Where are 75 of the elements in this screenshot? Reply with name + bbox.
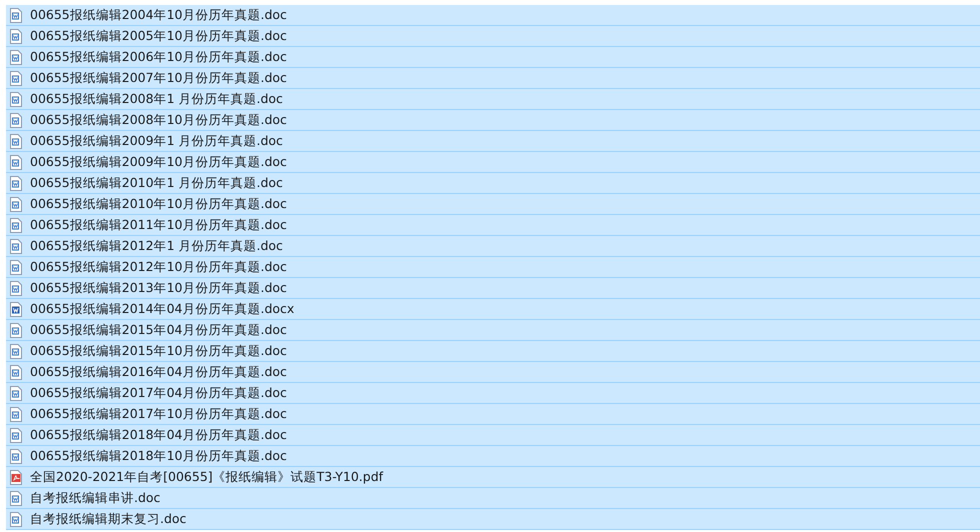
file-row[interactable]: 自考报纸编辑期末复习.doc [6, 509, 980, 530]
document-icon [10, 322, 22, 338]
document-icon [10, 154, 22, 170]
file-row[interactable]: 全国2020-2021年自考[00655]《报纸编辑》试题T3-Y10.pdf [6, 467, 980, 488]
file-row[interactable]: 00655报纸编辑2015年04月份历年真题.doc [6, 320, 980, 341]
document-icon [10, 134, 22, 148]
document-icon [10, 512, 22, 526]
file-name: 00655报纸编辑2006年10月份历年真题.doc [30, 48, 287, 66]
document-icon [10, 196, 22, 212]
file-row[interactable]: 00655报纸编辑2017年10月份历年真题.doc [6, 404, 980, 425]
file-row[interactable]: 00655报纸编辑2004年10月份历年真题.doc [6, 5, 980, 26]
document-icon [10, 406, 22, 422]
file-row[interactable]: 00655报纸编辑2012年1 月份历年真题.doc [6, 236, 980, 257]
file-name: 00655报纸编辑2017年04月份历年真题.doc [30, 384, 287, 402]
file-name: 自考报纸编辑期末复习.doc [30, 510, 186, 528]
file-row[interactable]: 00655报纸编辑2016年04月份历年真题.doc [6, 362, 980, 383]
file-row[interactable]: 00655报纸编辑2007年10月份历年真题.doc [6, 68, 980, 89]
file-name: 00655报纸编辑2008年1 月份历年真题.doc [30, 90, 283, 108]
file-row[interactable]: 00655报纸编辑2015年10月份历年真题.doc [6, 341, 980, 362]
document-icon [10, 238, 22, 254]
file-row[interactable]: 00655报纸编辑2012年10月份历年真题.doc [6, 257, 980, 278]
file-row[interactable]: 00655报纸编辑2013年10月份历年真题.doc [6, 278, 980, 299]
document-icon [10, 490, 22, 506]
file-row[interactable]: 00655报纸编辑2009年10月份历年真题.doc [6, 152, 980, 173]
document-icon [10, 386, 22, 400]
document-icon [10, 364, 22, 380]
file-row[interactable]: 00655报纸编辑2018年10月份历年真题.doc [6, 446, 980, 467]
file-name: 00655报纸编辑2010年10月份历年真题.doc [30, 195, 287, 213]
document-icon [10, 8, 22, 22]
file-name: 00655报纸编辑2015年10月份历年真题.doc [30, 342, 287, 360]
file-row[interactable]: 00655报纸编辑2010年10月份历年真题.doc [6, 194, 980, 215]
document-icon [10, 176, 22, 190]
file-name: 00655报纸编辑2011年10月份历年真题.doc [30, 216, 287, 234]
file-row[interactable]: 00655报纸编辑2014年04月份历年真题.docx [6, 299, 980, 320]
document-icon [10, 344, 22, 358]
document-icon [10, 112, 22, 128]
file-row[interactable]: 自考报纸编辑串讲.doc [6, 488, 980, 509]
file-name: 00655报纸编辑2012年10月份历年真题.doc [30, 258, 287, 276]
file-name: 全国2020-2021年自考[00655]《报纸编辑》试题T3-Y10.pdf [30, 468, 384, 486]
file-name: 00655报纸编辑2018年04月份历年真题.doc [30, 426, 287, 444]
file-name: 自考报纸编辑串讲.doc [30, 489, 160, 507]
pdf-file-icon [10, 470, 22, 484]
file-name: 00655报纸编辑2014年04月份历年真题.docx [30, 300, 294, 318]
file-row[interactable]: 00655报纸编辑2010年1 月份历年真题.doc [6, 173, 980, 194]
file-row[interactable]: 00655报纸编辑2018年04月份历年真题.doc [6, 425, 980, 446]
document-icon [10, 28, 22, 44]
document-icon [10, 92, 22, 106]
file-row[interactable]: 00655报纸编辑2011年10月份历年真题.doc [6, 215, 980, 236]
file-name: 00655报纸编辑2017年10月份历年真题.doc [30, 405, 287, 423]
file-row[interactable]: 00655报纸编辑2008年10月份历年真题.doc [6, 110, 980, 131]
document-icon [10, 428, 22, 442]
document-icon [10, 70, 22, 86]
file-name: 00655报纸编辑2013年10月份历年真题.doc [30, 279, 287, 297]
file-name: 00655报纸编辑2004年10月份历年真题.doc [30, 6, 287, 24]
document-icon [10, 302, 22, 316]
file-name: 00655报纸编辑2005年10月份历年真题.doc [30, 27, 287, 45]
document-icon [10, 218, 22, 232]
file-name: 00655报纸编辑2018年10月份历年真题.doc [30, 447, 287, 465]
file-name: 00655报纸编辑2009年10月份历年真题.doc [30, 153, 287, 171]
file-row[interactable]: 00655报纸编辑2009年1 月份历年真题.doc [6, 131, 980, 152]
file-row[interactable]: 00655报纸编辑2017年04月份历年真题.doc [6, 383, 980, 404]
file-name: 00655报纸编辑2016年04月份历年真题.doc [30, 363, 287, 381]
file-name: 00655报纸编辑2008年10月份历年真题.doc [30, 111, 287, 129]
file-name: 00655报纸编辑2010年1 月份历年真题.doc [30, 174, 283, 192]
file-name: 00655报纸编辑2015年04月份历年真题.doc [30, 321, 287, 339]
document-icon [10, 280, 22, 296]
file-row[interactable]: 00655报纸编辑2006年10月份历年真题.doc [6, 47, 980, 68]
file-name: 00655报纸编辑2007年10月份历年真题.doc [30, 69, 287, 87]
file-name: 00655报纸编辑2009年1 月份历年真题.doc [30, 132, 283, 150]
document-icon [10, 50, 22, 64]
file-row[interactable]: 00655报纸编辑2008年1 月份历年真题.doc [6, 89, 980, 110]
document-icon [10, 448, 22, 464]
file-row[interactable]: 00655报纸编辑2005年10月份历年真题.doc [6, 26, 980, 47]
document-icon [10, 260, 22, 274]
file-name: 00655报纸编辑2012年1 月份历年真题.doc [30, 237, 283, 255]
